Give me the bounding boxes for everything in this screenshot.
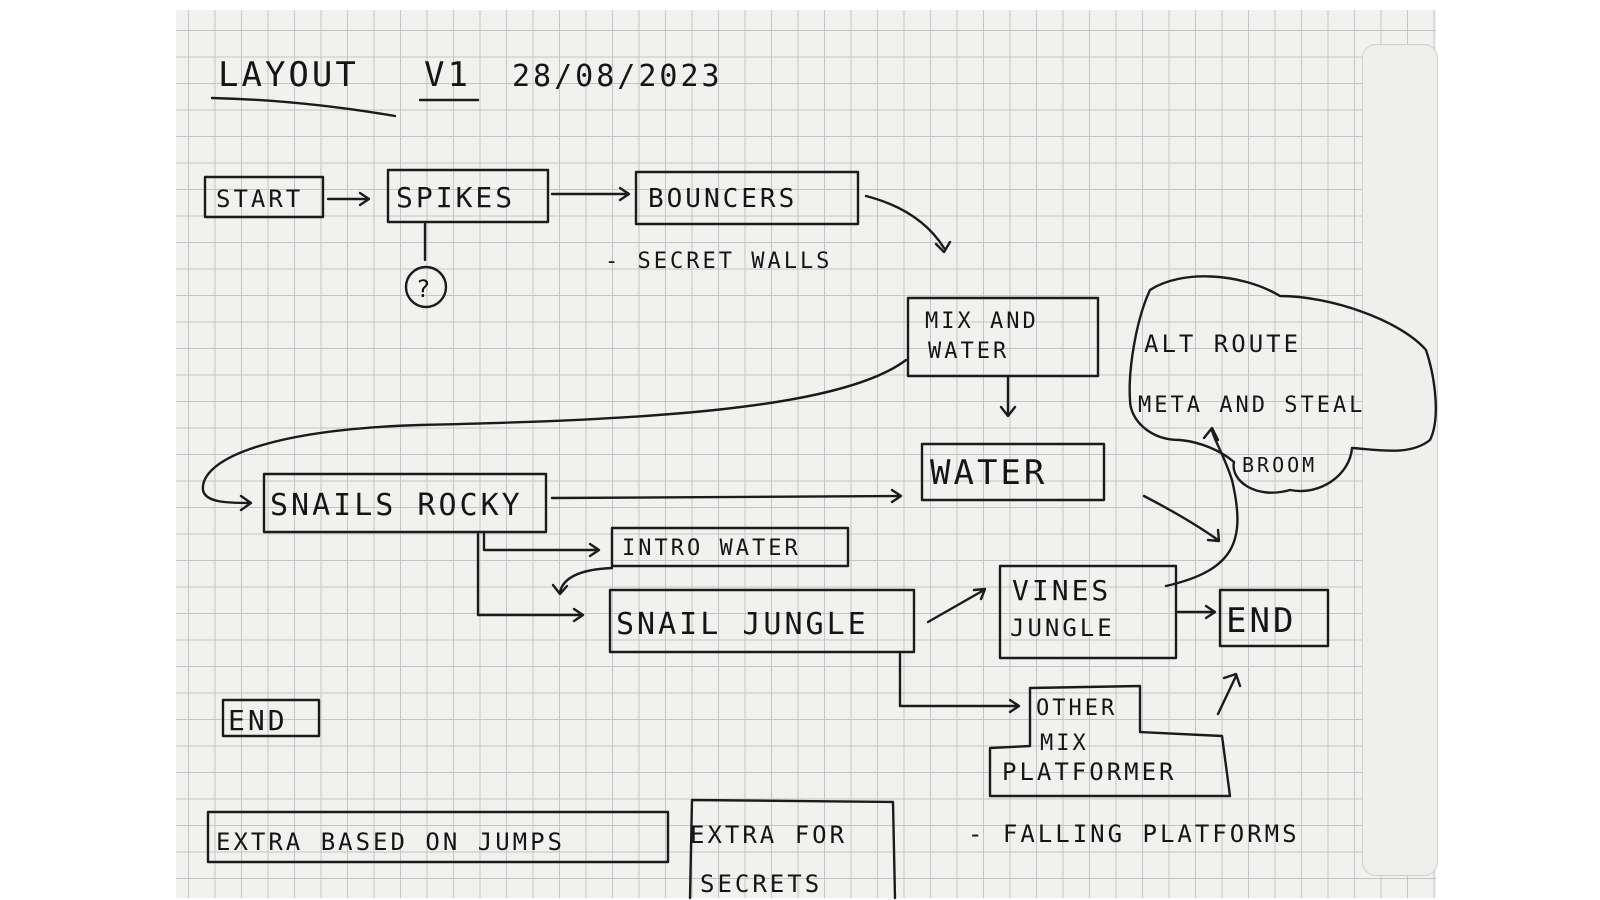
arrow-other-end bbox=[1216, 672, 1242, 716]
arrow-start-spikes bbox=[326, 191, 371, 207]
alt-route-line2: META AND STEAL bbox=[1138, 393, 1365, 418]
arrow-vines-altroute bbox=[1164, 426, 1239, 588]
arrow-spikes-bouncers bbox=[550, 186, 631, 202]
end-main-label: END bbox=[1226, 601, 1296, 641]
other-line2: MIX bbox=[1040, 731, 1089, 756]
snails-rocky-label: SNAILS ROCKY bbox=[270, 488, 523, 523]
bouncers-label: BOUNCERS bbox=[648, 184, 797, 214]
start-label: START bbox=[216, 185, 303, 213]
mix-water-line2: WATER bbox=[928, 339, 1009, 364]
arrow-jungle-vines bbox=[926, 587, 987, 624]
layout-sketch: LAYOUT V1 28/08/2023 START SPIKES ? BOUN… bbox=[201, 55, 1437, 900]
other-line3: PLATFORMER bbox=[1002, 758, 1177, 786]
mix-water-line1: MIX AND bbox=[925, 309, 1039, 334]
extra-secrets-line2: SECRETS bbox=[700, 870, 822, 898]
notebook-page: LAYOUT V1 28/08/2023 START SPIKES ? BOUN… bbox=[0, 0, 1600, 900]
title-version: V1 bbox=[424, 55, 471, 95]
extra-jumps-label: EXTRA BASED ON JUMPS bbox=[216, 828, 565, 856]
arrow-jungle-other bbox=[898, 652, 1021, 714]
water-label: WATER bbox=[930, 453, 1047, 493]
arrow-intro-jungle bbox=[551, 566, 614, 596]
title-label: LAYOUT bbox=[218, 55, 359, 95]
title-date: 28/08/2023 bbox=[512, 59, 723, 94]
falling-platforms-note: - FALLING PLATFORMS bbox=[968, 820, 1300, 848]
alt-route-line3: BROOM bbox=[1242, 453, 1317, 477]
vines-jungle-line2: JUNGLE bbox=[1010, 614, 1115, 642]
extra-secrets-line1: EXTRA FOR bbox=[690, 821, 847, 849]
arrow-bouncers-mix bbox=[864, 194, 952, 254]
intro-water-label: INTRO WATER bbox=[622, 536, 801, 561]
secret-walls-note: - SECRET WALLS bbox=[605, 249, 832, 274]
vines-jungle-line1: VINES bbox=[1012, 574, 1111, 607]
arrow-snails-intro bbox=[482, 532, 601, 558]
arrow-snails-water bbox=[550, 488, 903, 504]
arrow-vines-end bbox=[1176, 604, 1217, 620]
arrow-mix-water bbox=[999, 376, 1017, 418]
end-left-label: END bbox=[228, 704, 288, 737]
spikes-label: SPIKES bbox=[396, 181, 515, 214]
arrow-water-vines bbox=[1142, 494, 1221, 543]
question-label: ? bbox=[416, 275, 433, 303]
alt-route-line1: ALT ROUTE bbox=[1144, 330, 1301, 358]
title-underline bbox=[210, 96, 397, 118]
arrow-snails-jungle bbox=[476, 532, 585, 623]
other-line1: OTHER bbox=[1036, 696, 1117, 721]
snail-jungle-label: SNAIL JUNGLE bbox=[616, 607, 869, 642]
